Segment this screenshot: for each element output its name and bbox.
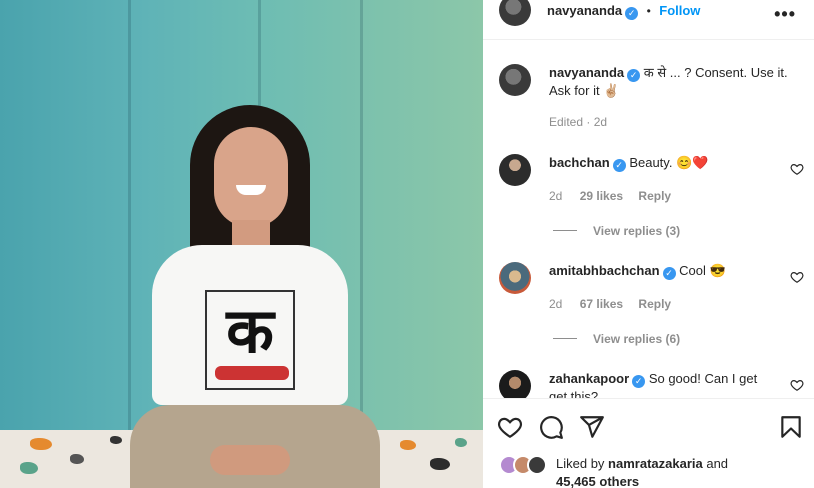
liked-by-joiner: and [706,456,729,471]
view-replies-label: View replies (6) [593,332,681,346]
shirt-print: क [205,290,295,390]
comment-meta: 2d 29 likes Reply [549,189,671,203]
reply-button[interactable]: Reply [638,189,671,203]
comments-list[interactable]: navyananda ✓ क से ... ? Consent. Use it. … [483,41,814,398]
like-heart-icon[interactable] [497,414,523,440]
wall-panel-seam [360,0,363,440]
woman-seated: क [130,105,380,488]
comment-row: bachchan ✓ Beauty. 😊❤️ [549,154,708,172]
view-replies-button[interactable]: View replies (3) [553,224,680,238]
reply-button[interactable]: Reply [638,297,671,311]
post-header: navyananda ✓ • Follow ••• [483,0,814,40]
comment-username[interactable]: amitabhbachchan [549,263,660,278]
likes-count[interactable]: 45,465 others [556,474,639,488]
liked-by-prefix: Liked by [556,456,605,471]
caption-username[interactable]: navyananda [549,65,624,80]
comment-row: amitabhbachchan ✓ Cool 😎 [549,262,726,280]
verified-badge-icon: ✓ [662,267,676,280]
avatar[interactable] [499,262,531,294]
wall-panel-seam [128,0,131,440]
view-replies-label: View replies (3) [593,224,681,238]
verified-badge-icon: ✓ [612,159,626,172]
separator-dot: • [646,4,651,18]
comment-text: Beauty. 😊❤️ [629,155,709,170]
header-username[interactable]: navyananda [547,3,622,18]
comment-age: 2d [549,297,563,311]
like-comment-heart-icon[interactable] [790,270,804,284]
comment-icon[interactable] [538,414,564,440]
comment-username[interactable]: bachchan [549,155,610,170]
save-bookmark-icon[interactable] [778,414,804,440]
caption-text-line1: क से ... ? Consent. Use it. [643,65,788,80]
avatar [527,455,547,475]
avatar[interactable] [499,64,531,96]
avatar[interactable] [499,0,531,26]
liked-by-line: Liked by namratazakaria and [556,456,728,471]
follow-button[interactable]: Follow [659,3,700,18]
liked-by-user[interactable]: namratazakaria [608,456,703,471]
verified-badge-icon: ✓ [625,7,639,20]
post-actions: Liked by namratazakaria and 45,465 other… [483,398,814,488]
comment-text-line2: get this? [549,389,599,398]
comment-likes[interactable]: 67 likes [580,297,623,311]
post-sidebar: navyananda ✓ • Follow ••• navyananda ✓ क स… [483,0,814,488]
more-options-icon[interactable]: ••• [774,4,796,25]
comment-username[interactable]: zahankapoor [549,371,629,386]
caption-meta: Edited · 2d [549,115,608,129]
comment-text: So good! Can I get [648,371,758,386]
caption-text-line2: Ask for it ✌🏼 [549,83,620,98]
share-icon[interactable] [579,414,605,440]
replies-dash [553,230,577,231]
avatar[interactable] [499,370,531,398]
like-comment-heart-icon[interactable] [790,162,804,176]
avatar[interactable] [499,154,531,186]
verified-badge-icon: ✓ [632,375,646,388]
caption: navyananda ✓ क से ... ? Consent. Use it. … [549,64,805,100]
comment-likes[interactable]: 29 likes [580,189,623,203]
like-comment-heart-icon[interactable] [790,378,804,392]
comment-row: zahankapoor ✓ So good! Can I get get this… [549,370,779,398]
shirt-glyph: क [226,294,274,367]
view-replies-button[interactable]: View replies (6) [553,332,680,346]
comment-text: Cool 😎 [679,263,726,278]
comment-meta: 2d 67 likes Reply [549,297,671,311]
replies-dash [553,338,577,339]
post-image[interactable]: क [0,0,483,488]
liked-by-avatars[interactable] [499,455,555,477]
comment-age: 2d [549,189,563,203]
verified-badge-icon: ✓ [627,69,641,82]
